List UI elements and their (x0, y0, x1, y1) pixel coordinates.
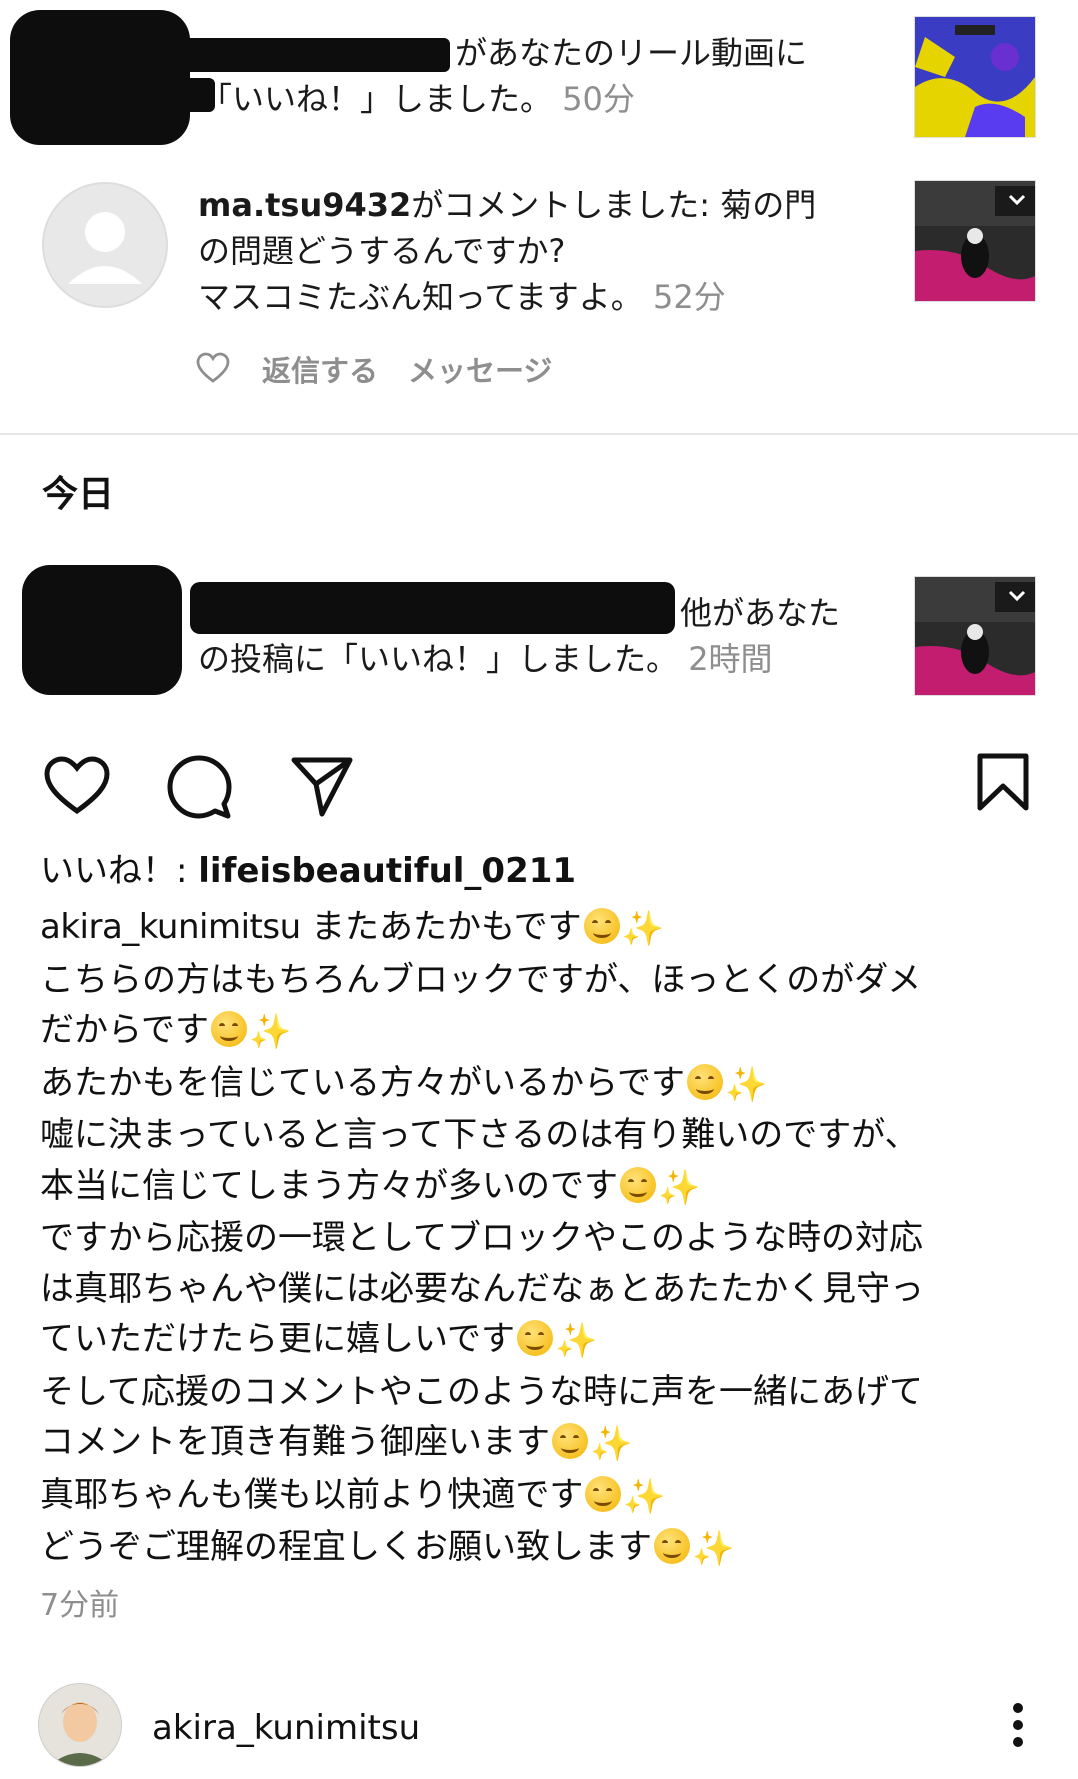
caption-text: ていただけたら更に嬉しいです (40, 1319, 515, 1359)
likes-line: いいね！: lifeisbeautiful_0211 (40, 846, 576, 897)
caption-text: こちらの方はもちろんブロックですが、ほっとくのがダメ (40, 959, 922, 1000)
post-thumbnail[interactable] (914, 180, 1036, 302)
message-button[interactable]: メッセージ (408, 348, 552, 390)
post-caption: akira_kunimitsu またあたかもです ✨ こちらの方はもちろんブロックで… (40, 902, 1050, 1575)
sparkles-emoji-icon: ✨ (623, 1476, 666, 1517)
caption-line: あたかもを信じている方々がいるからです ✨ (40, 1058, 1050, 1111)
user-silhouette-icon (68, 212, 142, 284)
comment-button[interactable] (166, 754, 232, 824)
section-title-today: 今日 (42, 474, 115, 515)
bookmark-icon (977, 753, 1029, 811)
caption-text: は真耶ちゃんや僕には必要なんだなぁとあたたかく見守っ (40, 1268, 924, 1309)
heart-icon (44, 756, 110, 815)
today-time: 2時間 (688, 640, 773, 678)
author-avatar[interactable] (38, 1683, 122, 1767)
smiling-face-emoji-icon (552, 1423, 588, 1459)
sparkles-emoji-icon: ✨ (621, 909, 664, 949)
sparkles-emoji-icon: ✨ (724, 1064, 768, 1105)
caption-line: 嘘に決まっていると言って下さるのは有り難いのですが、 (40, 1110, 1050, 1161)
sparkles-emoji-icon: ✨ (554, 1321, 598, 1361)
smiling-face-emoji-icon (686, 1063, 723, 1100)
author-username[interactable]: akira_kunimitsu (152, 1708, 420, 1748)
comment-text: がコメントしました: 菊の門 (411, 186, 817, 224)
comment-time: 52分 (652, 278, 726, 316)
default-avatar[interactable] (42, 182, 168, 308)
caption-line: ていただけたら更に嬉しいです ✨ (40, 1314, 1050, 1367)
smiling-face-emoji-icon (585, 1475, 622, 1512)
caption-lines: akira_kunimitsu またあたかもです ✨ こちらの方はもちろんブロックで… (40, 902, 1050, 1575)
notification-text: 「いいね！」しました。 (200, 80, 553, 118)
caption-text: 本当に信じてしまう方々が多いのです (40, 1165, 618, 1206)
sparkles-emoji-icon: ✨ (692, 1529, 735, 1569)
caption-line: コメントを頂き有難う御座います ✨ (40, 1417, 1050, 1470)
sparkles-emoji-icon: ✨ (248, 1012, 292, 1052)
redacted-username (180, 38, 450, 72)
comment-text-3: マスコミたぶん知ってますよ。 (198, 278, 643, 316)
caption-text: だからです (40, 1010, 209, 1050)
caption-line: ですから応援の一環としてブロックやこのような時の対応 (40, 1213, 1050, 1264)
caption-text: あたかもを信じている方々がいるからです (40, 1062, 685, 1103)
caption-line: だからです ✨ (40, 1005, 1050, 1058)
caption-line: 真耶ちゃんも僕も以前より快適です ✨ (40, 1470, 1050, 1523)
likes-username[interactable]: lifeisbeautiful_0211 (198, 851, 576, 891)
comment-text-line2: の問題どうするんですか? (198, 232, 566, 270)
comment-text-line1: ma.tsu9432がコメントしました: 菊の門 (198, 182, 816, 228)
reply-button[interactable]: 返信する (262, 348, 378, 390)
caption-line: どうぞご理解の程宜しくお願い致します ✨ (40, 1522, 1050, 1575)
smiling-face-emoji-icon (210, 1011, 247, 1047)
caption-text: どうぞご理解の程宜しくお願い致します (40, 1527, 652, 1567)
sparkles-emoji-icon: ✨ (658, 1167, 701, 1208)
sparkles-emoji-icon: ✨ (590, 1424, 633, 1464)
today-text-line1: 他があなた (680, 594, 841, 632)
more-vertical-icon (1013, 1703, 1023, 1747)
smiling-face-emoji-icon (583, 908, 620, 944)
comment-text-line3: マスコミたぶん知ってますよ。 52分 (198, 274, 726, 320)
caption-text: 嘘に決まっていると言って下さるのは有り難いのですが、 (40, 1115, 919, 1155)
notification-time: 50分 (562, 80, 635, 118)
redacted-usernames (190, 582, 675, 634)
share-button[interactable] (290, 754, 354, 822)
today-text: の投稿に「いいね！」しました。 (198, 640, 679, 678)
reel-thumbnail[interactable] (914, 16, 1036, 138)
smiling-face-emoji-icon (620, 1166, 656, 1203)
comment-username[interactable]: ma.tsu9432 (198, 186, 411, 224)
comment-like-heart-icon[interactable] (196, 352, 230, 388)
notification-text-line1: があなたのリール動画に (455, 34, 808, 72)
person-photo-icon (39, 1684, 121, 1766)
smiling-face-emoji-icon (654, 1528, 690, 1564)
caption-line: は真耶ちゃんや僕には必要なんだなぁとあたたかく見守っ (40, 1264, 1050, 1315)
caption-line: akira_kunimitsu またあたかもです ✨ (40, 902, 1050, 955)
caption-text: またあたかもです (310, 907, 582, 947)
today-text-line2: の投稿に「いいね！」しました。 2時間 (198, 636, 773, 682)
caption-text: そして応援のコメントやこのような時に声を一緒にあげて (40, 1371, 923, 1412)
likes-prefix: いいね！: (40, 851, 199, 891)
caption-text: 真耶ちゃんも僕も以前より快適です (40, 1474, 584, 1515)
caption-author[interactable]: akira_kunimitsu (40, 907, 311, 947)
caption-text: コメントを頂き有難う御座います (40, 1422, 550, 1462)
smiling-face-emoji-icon (516, 1320, 553, 1356)
redacted-avatar-2 (22, 565, 182, 695)
notification-text-line2: 「いいね！」しました。 50分 (200, 76, 635, 122)
caption-line: 本当に信じてしまう方々が多いのです ✨ (40, 1161, 1050, 1214)
send-icon (291, 757, 353, 817)
post-time: 7分前 (40, 1588, 120, 1623)
redacted-avatar (10, 10, 190, 145)
caption-text: ですから応援の一環としてブロックやこのような時の対応 (40, 1218, 923, 1258)
save-button[interactable] (976, 752, 1030, 816)
more-options-button[interactable] (1006, 1702, 1030, 1752)
section-divider (0, 433, 1078, 435)
comment-icon (167, 755, 232, 819)
caption-line: そして応援のコメントやこのような時に声を一緒にあげて (40, 1367, 1050, 1418)
like-button[interactable] (44, 756, 110, 820)
caption-line: こちらの方はもちろんブロックですが、ほっとくのがダメ (40, 955, 1050, 1006)
post-thumbnail-2[interactable] (914, 576, 1036, 696)
